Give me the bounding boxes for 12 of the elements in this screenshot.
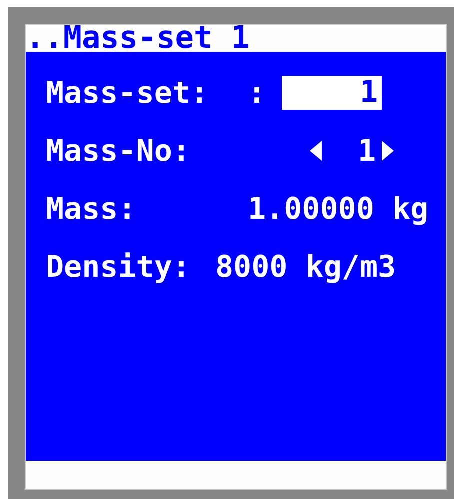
field-label: Mass-No: <box>46 134 192 168</box>
stepper-value: 1 <box>358 134 376 168</box>
field-label: Density: <box>46 250 190 284</box>
field-value: 1.00000 kg <box>248 192 429 226</box>
separator: : <box>248 76 268 110</box>
field-value: 8000 kg/m3 <box>216 250 396 284</box>
input-field[interactable]: 1 <box>282 76 382 110</box>
screen-title: ..Mass-set 1 <box>26 25 250 52</box>
left-arrow-icon[interactable] <box>310 141 322 161</box>
field-label: Mass-set: <box>46 76 210 110</box>
field-label: Mass: <box>46 192 138 226</box>
right-arrow-icon[interactable] <box>382 141 394 161</box>
